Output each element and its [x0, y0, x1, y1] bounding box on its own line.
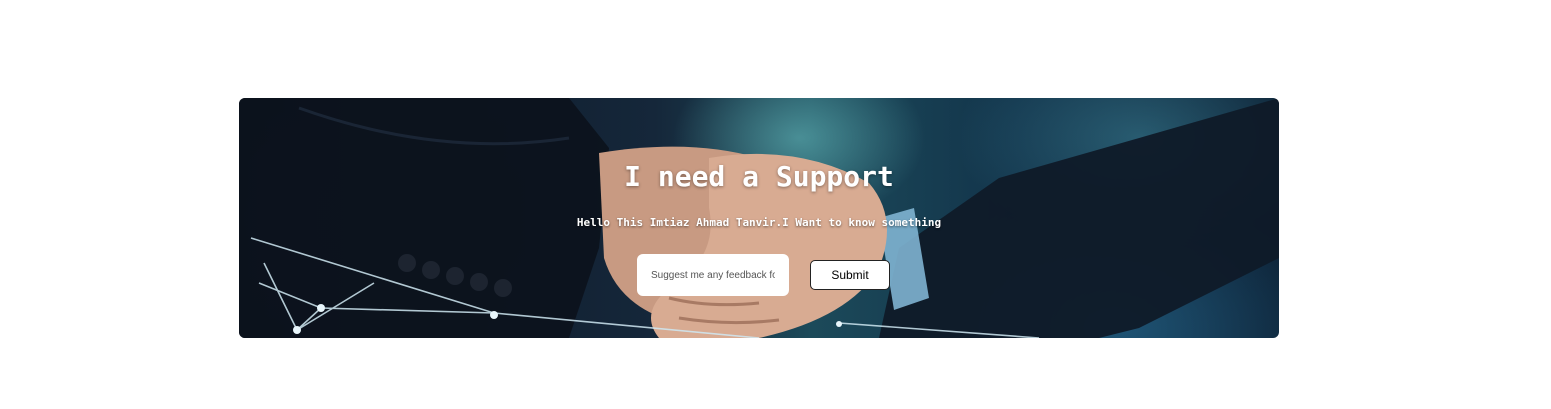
submit-button[interactable]: Submit: [810, 260, 890, 290]
support-banner: I need a Support Hello This Imtiaz Ahmad…: [239, 98, 1279, 338]
page-title: I need a Support: [624, 160, 894, 193]
page-subtitle: Hello This Imtiaz Ahmad Tanvir.I Want to…: [576, 216, 942, 229]
feedback-input[interactable]: [637, 254, 789, 296]
